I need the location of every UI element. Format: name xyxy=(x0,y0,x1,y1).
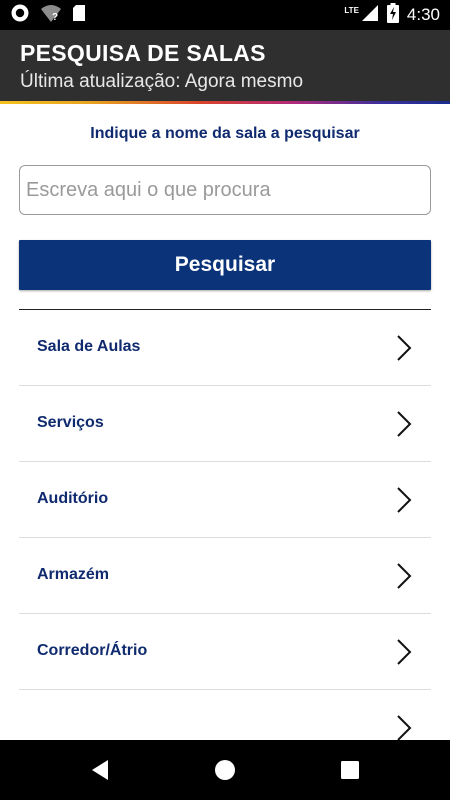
back-icon[interactable] xyxy=(88,758,112,782)
list-item-corredor-atrio[interactable]: Corredor/Átrio xyxy=(19,614,431,690)
chevron-right-icon xyxy=(395,410,413,438)
app-bar: PESQUISA DE SALAS Última atualização: Ag… xyxy=(0,30,450,101)
home-icon[interactable] xyxy=(213,758,237,782)
network-type: LTE xyxy=(344,5,359,15)
list-item-label: Auditório xyxy=(37,490,109,507)
accent-divider xyxy=(0,101,450,104)
chevron-right-icon xyxy=(395,334,413,362)
chevron-right-icon xyxy=(395,562,413,590)
list-item-label: Armazém xyxy=(37,566,110,583)
list-item-label: Serviços xyxy=(37,414,104,431)
sd-card-icon xyxy=(72,4,86,27)
battery-charging-icon xyxy=(386,2,399,28)
system-nav-bar xyxy=(0,740,450,800)
wifi-unknown-icon: ? xyxy=(40,3,62,28)
last-update-subtitle: Última atualização: Agora mesmo xyxy=(20,71,304,92)
status-bar: ? LTE 4:30 xyxy=(0,0,450,30)
status-bar-left: ? xyxy=(10,3,86,28)
search-input[interactable] xyxy=(19,165,431,215)
recents-icon[interactable] xyxy=(338,758,362,782)
list-item-auditorio[interactable]: Auditório xyxy=(19,462,431,538)
page-title: PESQUISA DE SALAS xyxy=(20,40,266,66)
status-bar-right: LTE 4:30 xyxy=(344,2,440,28)
circle-notification-icon xyxy=(10,3,30,28)
chevron-right-icon xyxy=(395,638,413,666)
list-item-servicos[interactable]: Serviços xyxy=(19,386,431,462)
category-list: Sala de Aulas Serviços Auditório Armazém… xyxy=(19,310,431,740)
svg-text:?: ? xyxy=(52,12,58,23)
cell-signal-icon xyxy=(361,4,379,27)
status-time: 4:30 xyxy=(406,5,440,24)
list-item-armazem[interactable]: Armazém xyxy=(19,538,431,614)
list-item-sala-de-aulas[interactable]: Sala de Aulas xyxy=(19,310,431,386)
search-prompt: Indique a nome da sala a pesquisar xyxy=(90,125,360,142)
chevron-right-icon xyxy=(395,486,413,514)
list-item-partial[interactable] xyxy=(19,690,431,740)
list-item-label: Corredor/Átrio xyxy=(37,642,148,659)
chevron-right-icon xyxy=(395,714,413,740)
list-item-label: Sala de Aulas xyxy=(37,338,141,355)
search-button[interactable]: Pesquisar xyxy=(19,240,431,290)
